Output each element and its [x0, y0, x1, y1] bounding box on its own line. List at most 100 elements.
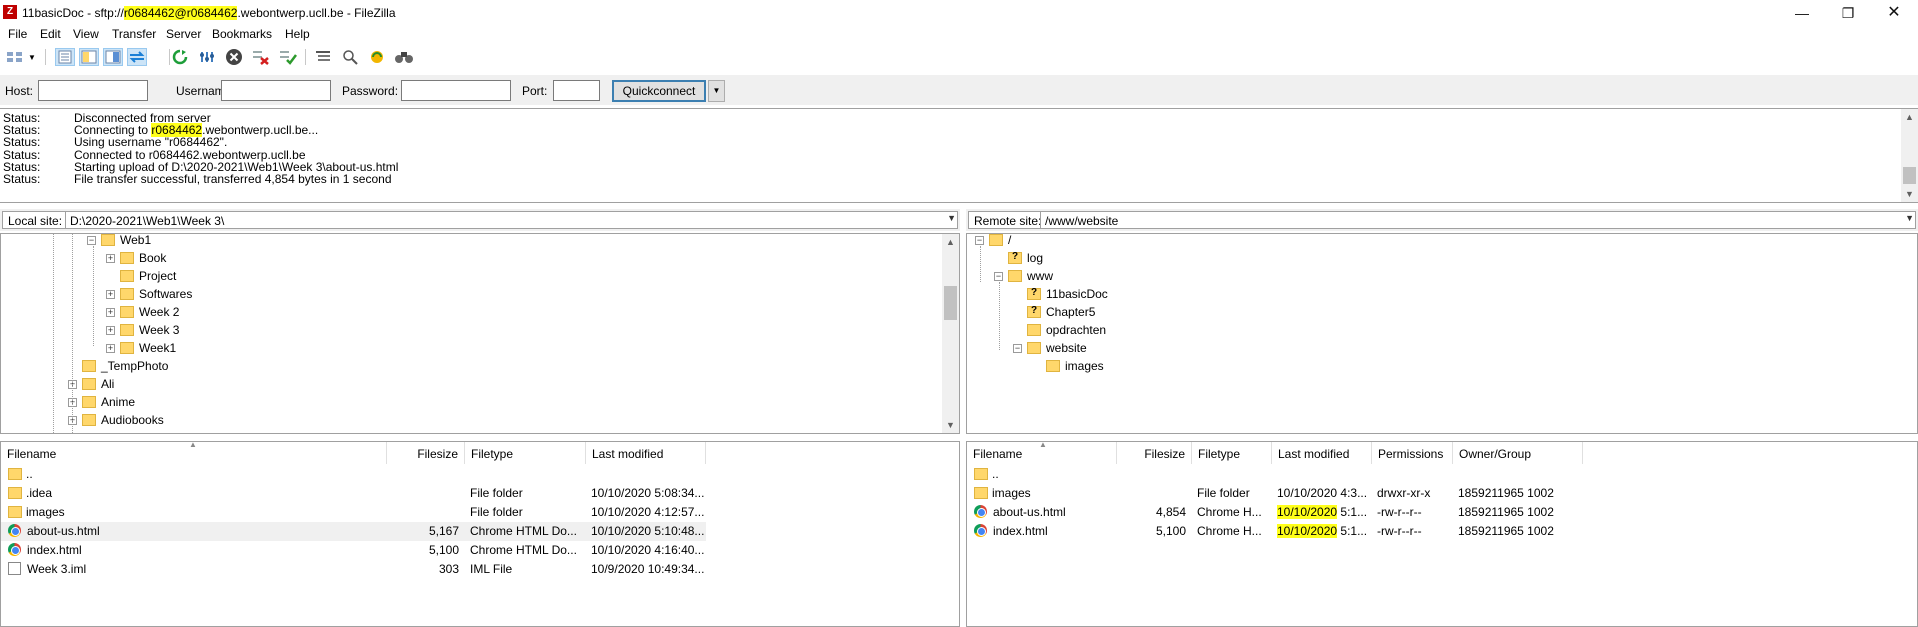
username-input[interactable]	[221, 80, 331, 101]
toggle-remote-tree-icon[interactable]	[103, 48, 123, 66]
local-tree-item[interactable]: + Book	[106, 249, 166, 267]
collapse-icon[interactable]: −	[994, 271, 1003, 281]
file-row[interactable]: ..	[1, 465, 706, 484]
remote-tree-item[interactable]: Chapter5	[1013, 303, 1095, 321]
site-manager-dropdown-icon[interactable]: ▼	[26, 48, 38, 66]
menu-bookmarks[interactable]: Bookmarks	[212, 27, 272, 41]
chevron-down-icon[interactable]: ▼	[947, 213, 956, 223]
site-manager-icon[interactable]	[5, 48, 25, 66]
expand-icon[interactable]: +	[106, 307, 115, 317]
local-tree-item[interactable]: Project	[106, 267, 176, 285]
cancel-operation-icon[interactable]	[224, 48, 244, 66]
local-tree-item-label: Week1	[139, 341, 177, 355]
file-filetype: Chrome H...	[1197, 524, 1262, 538]
password-input[interactable]	[401, 80, 511, 101]
expand-icon[interactable]: +	[106, 343, 115, 353]
close-icon[interactable]: ✕	[1871, 0, 1917, 26]
remote-tree-item[interactable]: opdrachten	[1013, 321, 1106, 339]
synchronized-browsing-icon[interactable]	[340, 48, 360, 66]
file-modified: 10/10/2020 5:1...	[1277, 505, 1371, 519]
restore-icon[interactable]: ❐	[1825, 0, 1871, 26]
local-tree-item[interactable]: − Web1	[87, 234, 151, 249]
remote-tree-item[interactable]: log	[994, 249, 1043, 267]
file-row[interactable]: .idea File folder 10/10/2020 5:08:34...	[1, 484, 706, 503]
column-header-modified[interactable]: Last modified	[1272, 442, 1372, 464]
file-row[interactable]: Week 3.iml 303 IML File 10/9/2020 10:49:34.…	[1, 560, 706, 579]
search-remote-files-icon[interactable]	[394, 48, 414, 66]
menu-view[interactable]: View	[73, 27, 99, 41]
scroll-down-icon[interactable]: ▼	[1901, 186, 1918, 202]
scroll-thumb[interactable]	[1903, 167, 1916, 184]
port-input[interactable]	[553, 80, 600, 101]
toggle-message-log-icon[interactable]	[55, 48, 75, 66]
collapse-icon[interactable]: −	[975, 235, 984, 245]
file-row[interactable]: index.html 5,100 Chrome H... 10/10/2020 5:1…	[967, 522, 1917, 541]
remote-tree-item[interactable]: images	[1032, 357, 1104, 375]
file-row[interactable]: images File folder 10/10/2020 4:12:57...	[1, 503, 706, 522]
column-header-filesize[interactable]: Filesize	[387, 442, 465, 464]
local-tree-item-label: Audiobooks	[101, 413, 164, 427]
log-scrollbar[interactable]: ▲ ▼	[1901, 109, 1918, 202]
column-header-filetype[interactable]: Filetype	[1192, 442, 1272, 464]
column-header-owner[interactable]: Owner/Group	[1453, 442, 1583, 464]
expand-icon[interactable]: +	[106, 253, 115, 263]
toggle-local-tree-icon[interactable]	[79, 48, 99, 66]
local-path-input[interactable]: D:\2020-2021\Web1\Week 3\	[65, 211, 958, 229]
remote-tree-item[interactable]: − www	[994, 267, 1053, 285]
scroll-up-icon[interactable]: ▲	[942, 234, 959, 250]
local-tree-item[interactable]: + Week 2	[106, 303, 179, 321]
menu-transfer[interactable]: Transfer	[112, 27, 156, 41]
minimize-icon[interactable]: —	[1779, 0, 1825, 26]
remote-tree-item[interactable]: 11basicDoc	[1013, 285, 1108, 303]
local-tree-item[interactable]: + Audiobooks	[68, 411, 164, 429]
local-tree-item[interactable]: + Ali	[68, 375, 114, 393]
file-row[interactable]: about-us.html 4,854 Chrome H... 10/10/2020 …	[967, 503, 1917, 522]
menu-file[interactable]: File	[8, 27, 27, 41]
file-permissions: -rw-r--r--	[1377, 524, 1422, 538]
remote-path-input[interactable]: /www/website	[1040, 211, 1916, 229]
file-permissions: -rw-r--r--	[1377, 505, 1422, 519]
compare-directories-icon[interactable]	[367, 48, 387, 66]
collapse-icon[interactable]: −	[1013, 343, 1022, 353]
local-tree-scrollbar[interactable]: ▲ ▼	[942, 234, 959, 433]
menu-help[interactable]: Help	[285, 27, 310, 41]
directory-listing-filters-icon[interactable]	[313, 48, 333, 66]
scroll-down-icon[interactable]: ▼	[942, 417, 959, 433]
chevron-down-icon[interactable]: ▼	[1905, 213, 1914, 223]
scroll-thumb[interactable]	[944, 286, 957, 320]
host-label: Host:	[5, 84, 34, 98]
local-tree-item[interactable]: + Week1	[106, 339, 176, 357]
file-filetype: Chrome HTML Do...	[470, 543, 577, 557]
expand-icon[interactable]: +	[106, 289, 115, 299]
local-tree-item[interactable]: + Anime	[68, 393, 135, 411]
menu-server[interactable]: Server	[166, 27, 201, 41]
column-header-permissions[interactable]: Permissions	[1372, 442, 1453, 464]
remote-tree-item[interactable]: − website	[1013, 339, 1087, 357]
disconnect-icon[interactable]	[251, 48, 271, 66]
reconnect-icon[interactable]	[278, 48, 298, 66]
column-header-filetype[interactable]: Filetype	[465, 442, 586, 464]
expand-icon[interactable]: +	[106, 325, 115, 335]
scroll-up-icon[interactable]: ▲	[1901, 109, 1918, 125]
local-tree-item[interactable]: + Softwares	[106, 285, 192, 303]
file-row[interactable]: images File folder 10/10/2020 4:3... drwxr-…	[967, 484, 1917, 503]
refresh-icon[interactable]	[170, 48, 190, 66]
host-input[interactable]	[38, 80, 148, 101]
local-tree-item[interactable]: _TempPhoto	[68, 357, 168, 375]
file-row[interactable]: index.html 5,100 Chrome HTML Do... 10/10/20…	[1, 541, 706, 560]
collapse-icon[interactable]: −	[87, 235, 96, 245]
column-header-modified[interactable]: Last modified	[586, 442, 706, 464]
quickconnect-history-dropdown[interactable]: ▼	[708, 80, 725, 102]
file-row[interactable]: about-us.html 5,167 Chrome HTML Do... 10/10…	[1, 522, 706, 541]
column-header-filesize[interactable]: Filesize	[1117, 442, 1192, 464]
file-filetype: IML File	[470, 562, 513, 576]
chrome-icon	[974, 524, 987, 537]
file-row[interactable]: ..	[967, 465, 1917, 484]
log-message: File transfer successful, transferred 4,…	[74, 172, 392, 186]
toggle-transfer-queue-icon[interactable]	[127, 48, 147, 66]
menu-edit[interactable]: Edit	[40, 27, 61, 41]
quickconnect-button[interactable]: Quickconnect	[612, 80, 706, 102]
process-queue-icon[interactable]	[197, 48, 217, 66]
local-tree-item[interactable]: + Week 3	[106, 321, 179, 339]
